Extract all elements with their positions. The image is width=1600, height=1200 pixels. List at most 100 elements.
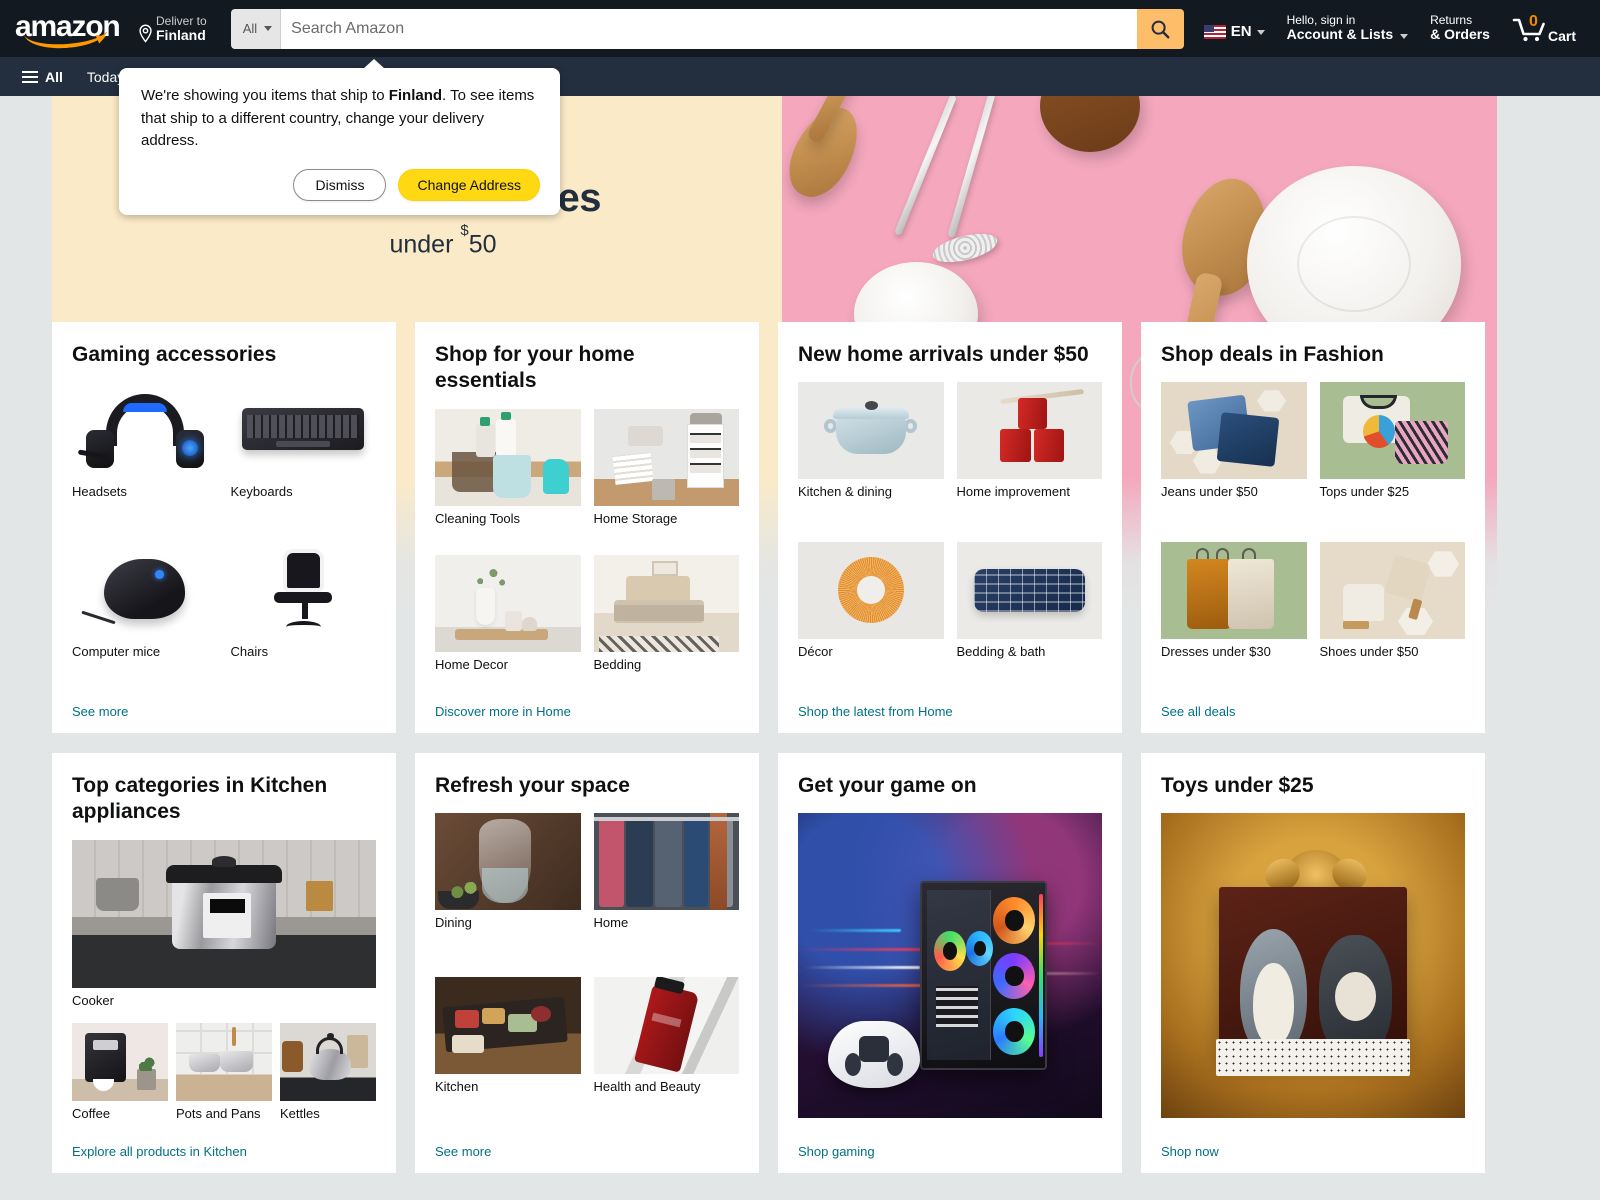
tooltip-text-before: We're showing you items that ship to (141, 87, 389, 104)
card-quad-grid: Dining Home Kitchen Health and Beauty (435, 813, 739, 1128)
search-submit-button[interactable] (1136, 8, 1184, 49)
card-title: New home arrivals under $50 (798, 343, 1089, 366)
quad-item-computer-mice[interactable]: Computer mice (72, 541, 218, 688)
headset-right-cup-icon (175, 430, 204, 469)
amazon-smile-icon (24, 32, 108, 49)
detergent-bottle-icon (496, 411, 517, 458)
account-and-lists[interactable]: Hello, sign in Account & Lists (1277, 6, 1418, 51)
plush-toys-image[interactable] (1161, 813, 1465, 1119)
shoes-image (1319, 541, 1465, 639)
cream-dress-icon (1227, 559, 1275, 629)
triple-item-label: Pots and Pans (176, 1105, 261, 1121)
search-category-dropdown[interactable]: All (230, 8, 282, 49)
gift-box-base-icon (1215, 1039, 1411, 1076)
quad-item-label: Dresses under $30 (1161, 643, 1271, 659)
keyboard-spacebar-icon (276, 441, 331, 448)
amazon-logo[interactable]: amazon (0, 5, 129, 53)
card-link-see-all-deals[interactable]: See all deals (1161, 688, 1465, 733)
tooltip-country: Finland (388, 87, 443, 104)
tooltip-actions: Dismiss Change Address (141, 168, 540, 201)
glove-icon (542, 459, 569, 495)
paint-can-icon (1000, 429, 1031, 462)
quad-item-jeans[interactable]: Jeans under $50 (1161, 382, 1307, 528)
quad-item-kitchen-dining[interactable]: Kitchen & dining (798, 382, 944, 528)
quad-item-home-storage[interactable]: Home Storage (593, 408, 739, 542)
change-address-button[interactable]: Change Address (398, 168, 540, 201)
card-quad-grid: Headsets Keyboards Computer mice Chairs (72, 382, 376, 688)
bedding-image (593, 554, 739, 652)
returns-and-orders[interactable]: Returns & Orders (1420, 6, 1500, 51)
cleaning-tools-image (435, 408, 581, 506)
card-link-see-more[interactable]: See more (72, 688, 376, 733)
card-quad-grid: Kitchen & dining Home improvement Décor (798, 382, 1102, 688)
rgb-fan-icon (993, 1008, 1036, 1055)
quad-item-keyboards[interactable]: Keyboards (230, 382, 376, 528)
quad-item-bedding-bath[interactable]: Bedding & bath (956, 541, 1102, 688)
hexagon-prop-icon (1427, 551, 1460, 577)
quad-item-cleaning-tools[interactable]: Cleaning Tools (435, 408, 581, 542)
sidebar-menu-button[interactable]: All (12, 62, 73, 92)
quad-item-dining[interactable]: Dining (435, 813, 581, 964)
language-selector[interactable]: EN (1194, 9, 1275, 49)
delivery-location-tooltip: We're showing you items that ship to Fin… (119, 59, 560, 215)
card-link-shop-now[interactable]: Shop now (1161, 1128, 1465, 1173)
hamburger-menu-icon (22, 70, 38, 83)
quad-item-headsets[interactable]: Headsets (72, 382, 218, 528)
espresso-machine-icon (85, 1033, 126, 1082)
salad-icon (443, 879, 482, 901)
triple-item-coffee[interactable]: Coffee (72, 1022, 168, 1122)
cooker-control-panel-icon (202, 893, 252, 938)
dismiss-button[interactable]: Dismiss (293, 168, 387, 201)
deliver-to-selector[interactable]: Deliver to Finland (131, 6, 217, 51)
triple-item-kettles[interactable]: Kettles (280, 1022, 376, 1122)
card-link-shop-latest-home[interactable]: Shop the latest from Home (798, 688, 1102, 733)
hero-item-cooker[interactable]: Cooker (72, 839, 376, 1009)
cracker-icon (481, 1008, 505, 1024)
quad-item-shoes[interactable]: Shoes under $50 (1319, 541, 1465, 688)
card-link-discover-more-home[interactable]: Discover more in Home (435, 688, 739, 733)
pot-body-icon (835, 415, 906, 455)
quad-item-dresses[interactable]: Dresses under $30 (1161, 541, 1307, 688)
light-streak-icon (798, 947, 932, 951)
mouse-cord-icon (81, 611, 116, 625)
gaming-pc-image[interactable] (798, 813, 1102, 1119)
deliver-to-country: Finland (156, 27, 206, 44)
card-title: Gaming accessories (72, 343, 277, 366)
card-quad-grid: Jeans under $50 Tops under $25 Dresses u… (1161, 382, 1465, 688)
category-card-grid: Gaming accessories Headsets Keyboards Co… (52, 322, 1548, 1173)
coffee-cup-icon (93, 1078, 115, 1092)
hanging-utensil-icon (231, 1027, 236, 1046)
quad-item-home-improvement[interactable]: Home improvement (956, 382, 1102, 528)
card-link-shop-gaming[interactable]: Shop gaming (798, 1128, 1102, 1173)
storage-bin-icon (651, 478, 675, 501)
spray-bottle-icon (475, 417, 495, 458)
search-input[interactable] (281, 8, 1137, 49)
quad-item-health-and-beauty[interactable]: Health and Beauty (593, 977, 739, 1128)
card-triple-grid: Coffee Pots and Pans Kettles (72, 1022, 376, 1122)
quad-item-kitchen[interactable]: Kitchen (435, 977, 581, 1128)
coffee-machine-image (72, 1022, 168, 1101)
towel-icon (493, 455, 532, 499)
quad-item-label: Health and Beauty (593, 1079, 701, 1095)
card-get-your-game-on: Get your game on Shop gaming (778, 753, 1122, 1173)
wooden-bowl-icon (1040, 96, 1140, 152)
quad-item-decor[interactable]: Décor (798, 541, 944, 688)
cart-button[interactable]: 0 Cart (1502, 3, 1586, 54)
hero-subtitle-prefix: under (389, 230, 461, 259)
quad-item-label: Bedding (593, 656, 642, 672)
triple-item-pots-and-pans[interactable]: Pots and Pans (176, 1022, 272, 1122)
rgb-fan-icon (966, 930, 994, 966)
jar-icon (504, 611, 523, 631)
top-navigation-bar: amazon Deliver to Finland All EN (0, 0, 1600, 57)
quad-item-tops[interactable]: Tops under $25 (1319, 382, 1465, 528)
quad-item-home[interactable]: Home (593, 813, 739, 964)
card-link-see-more[interactable]: See more (435, 1128, 739, 1173)
lumbar-pillow-image (956, 541, 1102, 639)
pot-knob-icon (864, 400, 879, 410)
chair-base-icon (285, 621, 321, 633)
quad-item-bedding[interactable]: Bedding (593, 554, 739, 688)
card-link-explore-kitchen[interactable]: Explore all products in Kitchen (72, 1128, 376, 1173)
berries-icon (531, 1006, 552, 1022)
quad-item-home-decor[interactable]: Home Decor (435, 554, 581, 688)
quad-item-chairs[interactable]: Chairs (230, 541, 376, 688)
